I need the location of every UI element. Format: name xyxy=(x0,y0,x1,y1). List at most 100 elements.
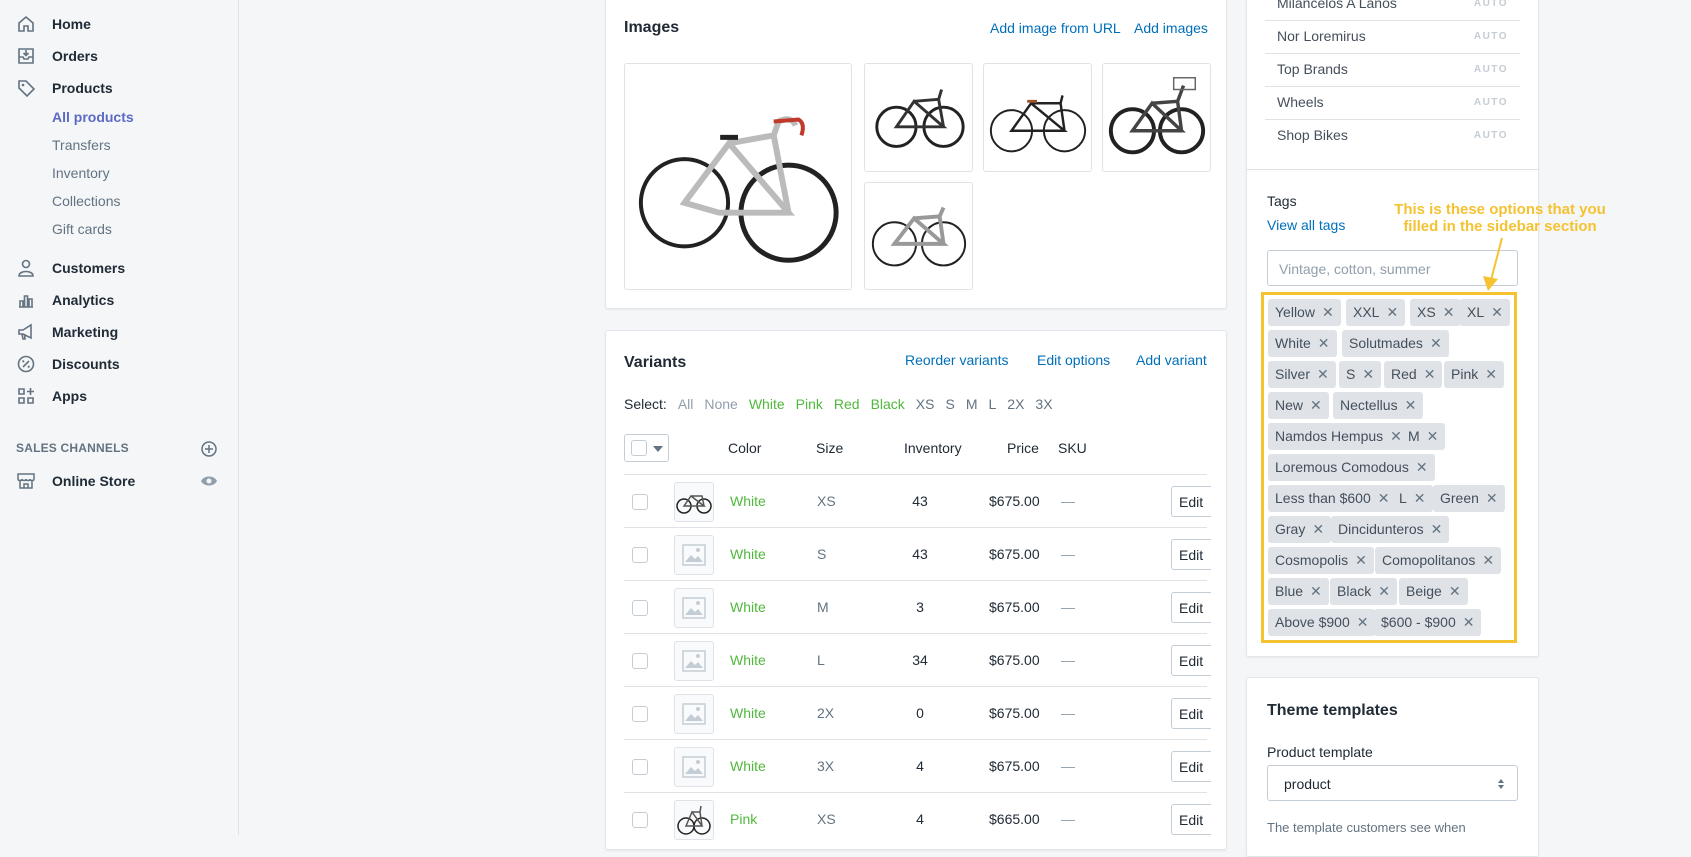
remove-tag-icon[interactable]: ✕ xyxy=(1310,583,1322,599)
remove-tag-icon[interactable]: ✕ xyxy=(1355,552,1367,568)
product-image-2[interactable] xyxy=(864,63,973,172)
remove-tag-icon[interactable]: ✕ xyxy=(1362,366,1374,382)
select-red[interactable]: Red xyxy=(834,396,860,412)
nav-inventory[interactable]: Inventory xyxy=(52,165,110,181)
remove-tag-icon[interactable]: ✕ xyxy=(1312,521,1324,537)
remove-tag-icon[interactable]: ✕ xyxy=(1486,490,1498,506)
edit-variant-button[interactable]: Edit xyxy=(1171,486,1211,517)
select-s[interactable]: S xyxy=(945,396,954,412)
select-xs[interactable]: XS xyxy=(916,396,935,412)
nav-transfers[interactable]: Transfers xyxy=(52,137,111,153)
edit-variant-button[interactable]: Edit xyxy=(1171,751,1211,782)
nav-gift-cards[interactable]: Gift cards xyxy=(52,221,112,237)
edit-variant-button[interactable]: Edit xyxy=(1171,645,1211,676)
remove-tag-icon[interactable]: ✕ xyxy=(1405,397,1417,413)
variant-thumbnail[interactable] xyxy=(674,535,714,575)
variant-color[interactable]: White xyxy=(730,758,766,774)
bulk-select-dropdown[interactable] xyxy=(624,434,669,462)
nav-customers[interactable]: Customers xyxy=(0,253,239,283)
add-channel-icon[interactable] xyxy=(200,440,218,458)
view-all-tags-link[interactable]: View all tags xyxy=(1267,217,1345,233)
row-checkbox[interactable] xyxy=(632,653,648,669)
remove-tag-icon[interactable]: ✕ xyxy=(1449,583,1461,599)
nav-home[interactable]: Home xyxy=(0,9,239,39)
select-black[interactable]: Black xyxy=(871,396,905,412)
variant-color[interactable]: White xyxy=(730,599,766,615)
row-checkbox[interactable] xyxy=(632,812,648,828)
remove-tag-icon[interactable]: ✕ xyxy=(1357,614,1369,630)
edit-variant-button[interactable]: Edit xyxy=(1171,698,1211,729)
edit-options-link[interactable]: Edit options xyxy=(1037,352,1110,368)
row-checkbox[interactable] xyxy=(632,547,648,563)
select-all[interactable]: All xyxy=(678,396,694,412)
bulk-select-checkbox[interactable] xyxy=(631,440,647,456)
remove-tag-icon[interactable]: ✕ xyxy=(1386,304,1398,320)
remove-tag-icon[interactable]: ✕ xyxy=(1491,304,1503,320)
remove-tag-icon[interactable]: ✕ xyxy=(1318,335,1330,351)
edit-variant-button[interactable]: Edit xyxy=(1171,804,1211,835)
variant-color[interactable]: Pink xyxy=(730,811,757,827)
remove-tag-icon[interactable]: ✕ xyxy=(1431,521,1443,537)
product-image-4[interactable] xyxy=(1102,63,1211,172)
edit-variant-button[interactable]: Edit xyxy=(1171,592,1211,623)
add-image-from-url-link[interactable]: Add image from URL xyxy=(990,20,1121,36)
nav-analytics[interactable]: Analytics xyxy=(0,285,239,315)
remove-tag-icon[interactable]: ✕ xyxy=(1482,552,1494,568)
collection-item[interactable]: Shop Bikes AUTO xyxy=(1265,120,1520,153)
remove-tag-icon[interactable]: ✕ xyxy=(1485,366,1497,382)
collection-item[interactable]: Milancelos A Lanos AUTO xyxy=(1265,0,1520,21)
nav-all-products[interactable]: All products xyxy=(52,109,134,125)
variant-color[interactable]: White xyxy=(730,652,766,668)
remove-tag-icon[interactable]: ✕ xyxy=(1427,428,1439,444)
product-image-5[interactable] xyxy=(864,182,973,290)
row-checkbox[interactable] xyxy=(632,759,648,775)
collection-item[interactable]: Wheels AUTO xyxy=(1265,87,1520,120)
nav-collections[interactable]: Collections xyxy=(52,193,120,209)
add-images-link[interactable]: Add images xyxy=(1134,20,1208,36)
nav-products[interactable]: Products xyxy=(0,73,239,103)
edit-variant-button[interactable]: Edit xyxy=(1171,539,1211,570)
reorder-variants-link[interactable]: Reorder variants xyxy=(905,352,1009,368)
remove-tag-icon[interactable]: ✕ xyxy=(1317,366,1329,382)
nav-orders[interactable]: Orders xyxy=(0,41,239,71)
product-image-3[interactable] xyxy=(983,63,1092,172)
variant-thumbnail[interactable] xyxy=(674,694,714,734)
remove-tag-icon[interactable]: ✕ xyxy=(1310,397,1322,413)
select-white[interactable]: White xyxy=(749,396,785,412)
remove-tag-icon[interactable]: ✕ xyxy=(1378,490,1390,506)
remove-tag-icon[interactable]: ✕ xyxy=(1430,335,1442,351)
product-image-main[interactable] xyxy=(624,63,852,290)
product-template-select[interactable]: product xyxy=(1267,765,1518,801)
row-checkbox[interactable] xyxy=(632,706,648,722)
remove-tag-icon[interactable]: ✕ xyxy=(1424,366,1436,382)
collection-item[interactable]: Top Brands AUTO xyxy=(1265,54,1520,87)
remove-tag-icon[interactable]: ✕ xyxy=(1322,304,1334,320)
add-variant-link[interactable]: Add variant xyxy=(1136,352,1207,368)
nav-apps[interactable]: Apps xyxy=(0,381,239,411)
select-none[interactable]: None xyxy=(704,396,737,412)
remove-tag-icon[interactable]: ✕ xyxy=(1463,614,1475,630)
variant-color[interactable]: White xyxy=(730,493,766,509)
eye-icon[interactable] xyxy=(200,473,218,489)
remove-tag-icon[interactable]: ✕ xyxy=(1416,459,1428,475)
variant-thumbnail[interactable] xyxy=(674,588,714,628)
variant-thumbnail[interactable] xyxy=(674,747,714,787)
select-3x[interactable]: 3X xyxy=(1035,396,1052,412)
row-checkbox[interactable] xyxy=(632,494,648,510)
variant-thumbnail[interactable] xyxy=(674,482,714,522)
remove-tag-icon[interactable]: ✕ xyxy=(1443,304,1455,320)
remove-tag-icon[interactable]: ✕ xyxy=(1378,583,1390,599)
row-checkbox[interactable] xyxy=(632,600,648,616)
variant-color[interactable]: White xyxy=(730,546,766,562)
select-l[interactable]: L xyxy=(989,396,997,412)
variant-thumbnail[interactable] xyxy=(674,641,714,681)
select-pink[interactable]: Pink xyxy=(796,396,823,412)
nav-marketing[interactable]: Marketing xyxy=(0,317,239,347)
collection-item[interactable]: Nor Loremirus AUTO xyxy=(1265,21,1520,54)
nav-discounts[interactable]: Discounts xyxy=(0,349,239,379)
variant-thumbnail[interactable] xyxy=(674,800,714,840)
variant-color[interactable]: White xyxy=(730,705,766,721)
select-m[interactable]: M xyxy=(966,396,978,412)
remove-tag-icon[interactable]: ✕ xyxy=(1414,490,1426,506)
select-2x[interactable]: 2X xyxy=(1007,396,1024,412)
